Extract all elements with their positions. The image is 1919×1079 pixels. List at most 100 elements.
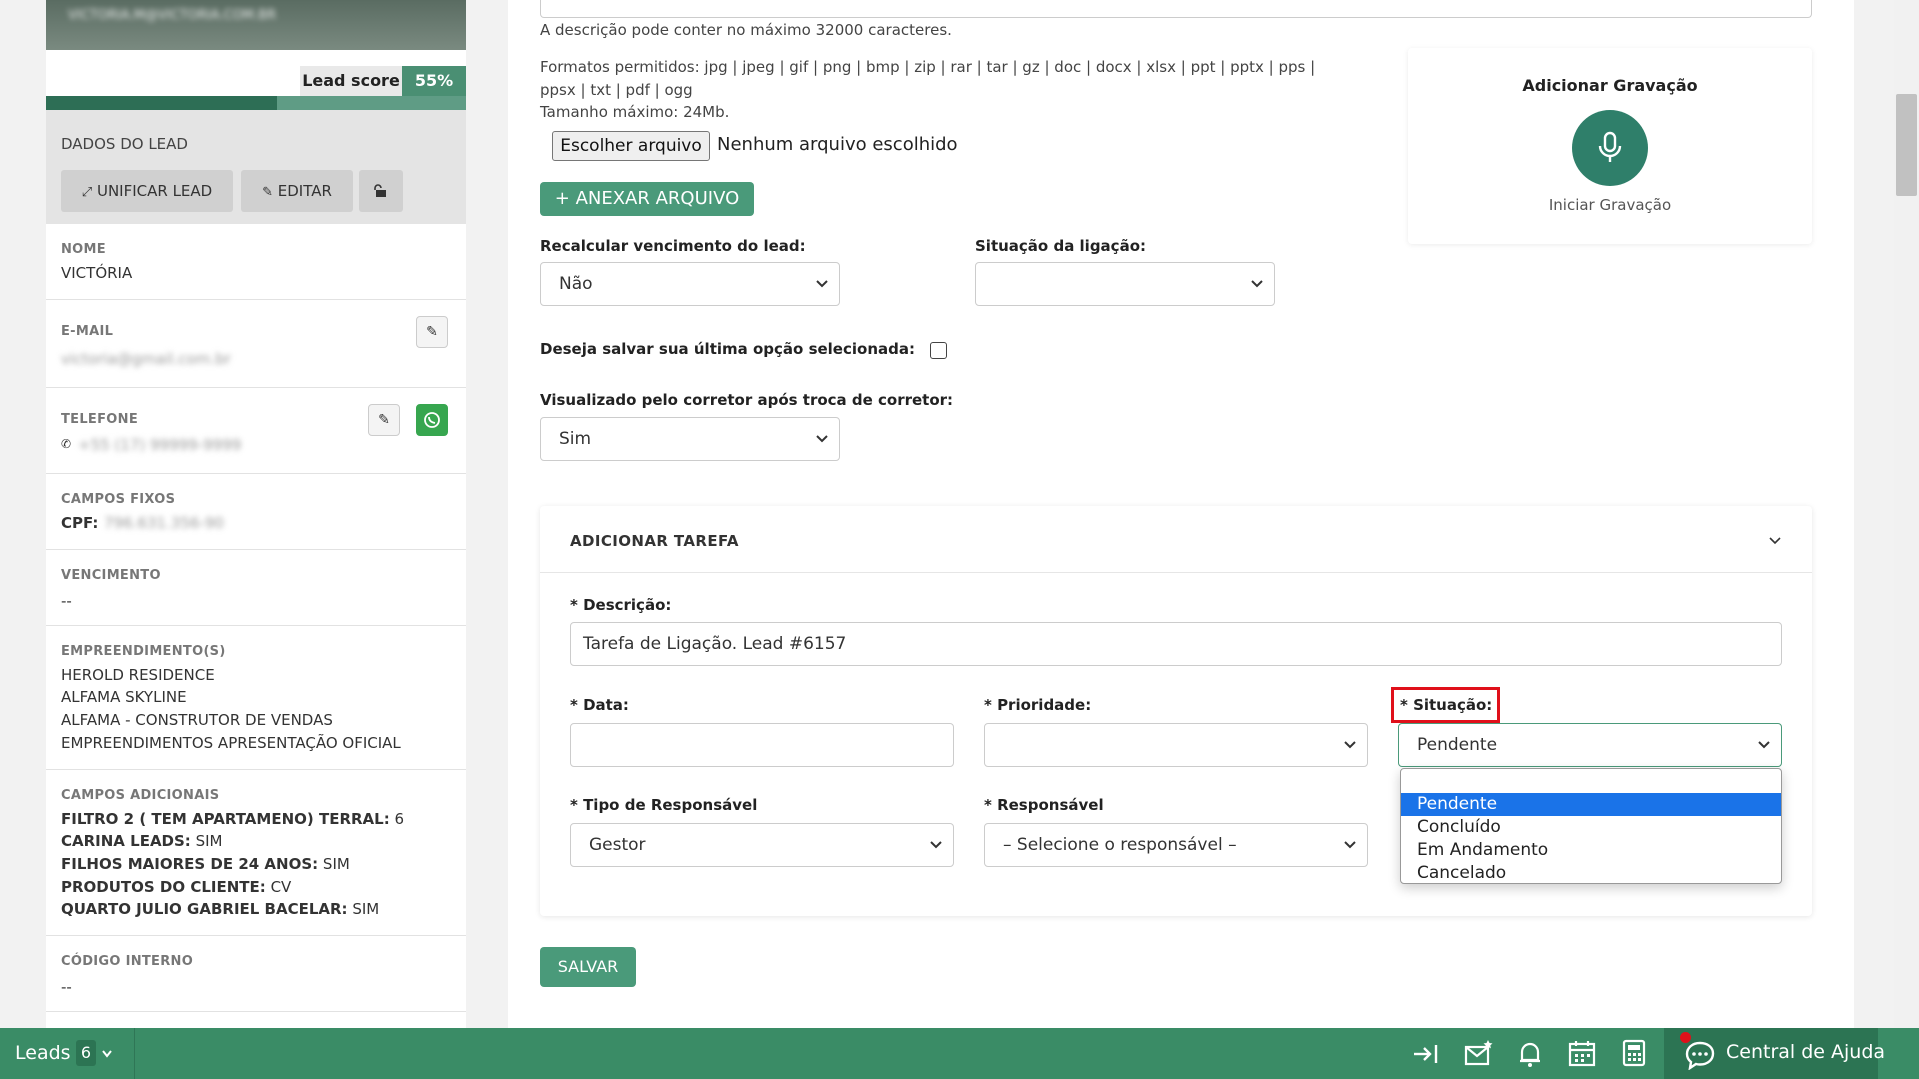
save-option-checkbox[interactable]	[930, 342, 947, 359]
login-arrow-icon[interactable]	[1412, 1041, 1440, 1067]
formats-line-1: Formatos permitidos: jpg | jpeg | gif | …	[540, 58, 1316, 76]
chevron-down-icon[interactable]	[101, 1048, 113, 1060]
responsible-select[interactable]: – Selecione o responsável –	[984, 823, 1368, 867]
help-center-button[interactable]: Central de Ajuda	[1664, 1028, 1885, 1079]
field-label: E-MAIL	[61, 324, 114, 339]
unlock-button[interactable]	[359, 170, 403, 212]
adicional-item: FILHOS MAIORES DE 24 ANOS: SIM	[61, 855, 350, 873]
unify-lead-button[interactable]: ⤢ UNIFICAR LEAD	[61, 170, 233, 212]
task-date-label: * Data:	[570, 696, 629, 714]
pencil-icon: ✎	[378, 412, 390, 428]
lead-score-value: 55%	[402, 66, 466, 96]
description-textarea[interactable]	[540, 0, 1812, 18]
adicional-item: PRODUTOS DO CLIENTE: CV	[61, 878, 292, 896]
lead-score-label: Lead score	[300, 66, 402, 96]
field-label: NOME	[61, 242, 106, 257]
lead-data-section: DADOS DO LEAD ⤢ UNIFICAR LEAD ✎ EDITAR	[46, 110, 466, 224]
bell-icon[interactable]	[1518, 1040, 1542, 1068]
empreendimento-item: EMPREENDIMENTOS APRESENTAÇÃO OFICIAL	[61, 734, 401, 752]
task-desc-label: * Descrição:	[570, 596, 672, 614]
field-campos-fixos: CAMPOS FIXOS CPF: 796.631.356-90	[46, 474, 466, 550]
microphone-icon	[1598, 131, 1622, 162]
lead-score-fill	[46, 96, 277, 110]
field-empreendimentos: EMPREENDIMENTO(S) HEROLD RESIDENCE ALFAM…	[46, 626, 466, 770]
add-task-header[interactable]: ADICIONAR TAREFA	[570, 532, 739, 550]
merge-icon: ⤢	[81, 185, 93, 200]
field-codigo-interno: CÓDIGO INTERNO --	[46, 936, 466, 1012]
field-value: victoria@gmail.com.br	[61, 350, 231, 368]
unify-lead-label: UNIFICAR LEAD	[96, 182, 213, 200]
field-value: --	[61, 978, 72, 996]
recalc-select[interactable]: Não	[540, 262, 840, 306]
field-value: VICTÓRIA	[61, 264, 133, 282]
chevron-down-icon	[816, 435, 828, 443]
recalc-label: Recalcular vencimento do lead:	[540, 237, 806, 255]
empreendimento-item: HEROLD RESIDENCE	[61, 666, 215, 684]
status-option-pendente[interactable]: Pendente	[1401, 793, 1781, 816]
edit-lead-button[interactable]: ✎ EDITAR	[241, 170, 353, 212]
task-priority-select[interactable]	[984, 723, 1368, 767]
field-label: CAMPOS ADICIONAIS	[61, 788, 220, 803]
field-nome: NOME VICTÓRIA	[46, 224, 466, 300]
recalc-value: Não	[559, 274, 593, 294]
pencil-icon: ✎	[426, 324, 438, 340]
responsible-type-value: Gestor	[589, 835, 646, 855]
chevron-down-icon	[930, 841, 942, 849]
status-option-cancelado[interactable]: Cancelado	[1401, 862, 1781, 885]
lead-sidebar: VICTORIA.M@VICTORIA.COM.BR Lead score 55…	[46, 0, 466, 1030]
status-option-concluido[interactable]: Concluído	[1401, 816, 1781, 839]
task-desc-input[interactable]: Tarefa de Ligação. Lead #6157	[570, 622, 1782, 666]
field-value: --	[61, 592, 72, 610]
help-center-label: Central de Ajuda	[1726, 1041, 1886, 1063]
save-option-label: Deseja salvar sua última opção seleciona…	[540, 340, 915, 358]
record-button[interactable]	[1572, 110, 1648, 186]
section-title: DADOS DO LEAD	[61, 135, 188, 153]
unlock-icon	[374, 184, 386, 197]
leads-tab-label[interactable]: Leads	[15, 1042, 71, 1064]
bottom-bar: Leads 6 Central de Ajuda	[0, 1028, 1919, 1079]
cpf-value: 796.631.356-90	[104, 514, 224, 532]
adicional-item: FILTRO 2 ( TEM APARTAMENO) TERRAL: 6	[61, 810, 405, 828]
choose-file-button[interactable]: Escolher arquivo	[552, 131, 710, 161]
field-campos-adicionais: CAMPOS ADICIONAIS FILTRO 2 ( TEM APARTAM…	[46, 770, 466, 936]
viewed-label: Visualizado pelo corretor após troca de …	[540, 391, 954, 409]
task-date-input[interactable]	[570, 723, 954, 767]
recording-title: Adicionar Gravação	[1522, 76, 1698, 95]
mail-star-icon[interactable]	[1464, 1039, 1494, 1067]
field-email: E-MAIL victoria@gmail.com.br ✎	[46, 300, 466, 388]
no-file-text: Nenhum arquivo escolhido	[717, 134, 958, 155]
save-button[interactable]: SALVAR	[540, 947, 636, 987]
divider	[540, 572, 1812, 573]
call-status-label: Situação da ligação:	[975, 237, 1146, 255]
status-option-em-andamento[interactable]: Em Andamento	[1401, 839, 1781, 862]
chat-icon	[1685, 1041, 1715, 1070]
chevron-down-icon	[1344, 741, 1356, 749]
whatsapp-button[interactable]	[416, 404, 448, 436]
field-value: +55 (17) 99999-9999	[78, 436, 242, 454]
recording-start-label: Iniciar Gravação	[1548, 196, 1672, 214]
calendar-icon[interactable]	[1568, 1039, 1596, 1067]
edit-email-button[interactable]: ✎	[416, 316, 448, 348]
field-label: CÓDIGO INTERNO	[61, 954, 194, 969]
status-dropdown-list[interactable]: Pendente Concluído Em Andamento Cancelad…	[1400, 768, 1782, 884]
field-label: CAMPOS FIXOS	[61, 492, 176, 507]
field-label: EMPREENDIMENTO(S)	[61, 644, 226, 659]
responsible-type-select[interactable]: Gestor	[570, 823, 954, 867]
calculator-icon[interactable]	[1622, 1039, 1646, 1067]
max-size: Tamanho máximo: 24Mb.	[540, 103, 730, 121]
recording-card: Adicionar Gravação Iniciar Gravação	[1408, 48, 1812, 244]
field-label: TELEFONE	[61, 412, 139, 427]
viewed-select[interactable]: Sim	[540, 417, 840, 461]
attach-file-button[interactable]: + ANEXAR ARQUIVO	[540, 182, 754, 216]
adicional-item: QUARTO JULIO GABRIEL BACELAR: SIM	[61, 900, 380, 918]
edit-lead-label: EDITAR	[277, 182, 332, 200]
edit-phone-button[interactable]: ✎	[368, 404, 400, 436]
leads-count-badge: 6	[76, 1040, 96, 1066]
chevron-down-icon[interactable]	[1768, 534, 1782, 548]
task-priority-label: * Prioridade:	[984, 696, 1092, 714]
scrollbar-thumb[interactable]	[1896, 94, 1917, 196]
notification-dot	[1680, 1032, 1691, 1043]
call-status-select[interactable]	[975, 262, 1275, 306]
task-status-value: Pendente	[1417, 735, 1498, 755]
task-status-select[interactable]: Pendente	[1398, 723, 1782, 767]
